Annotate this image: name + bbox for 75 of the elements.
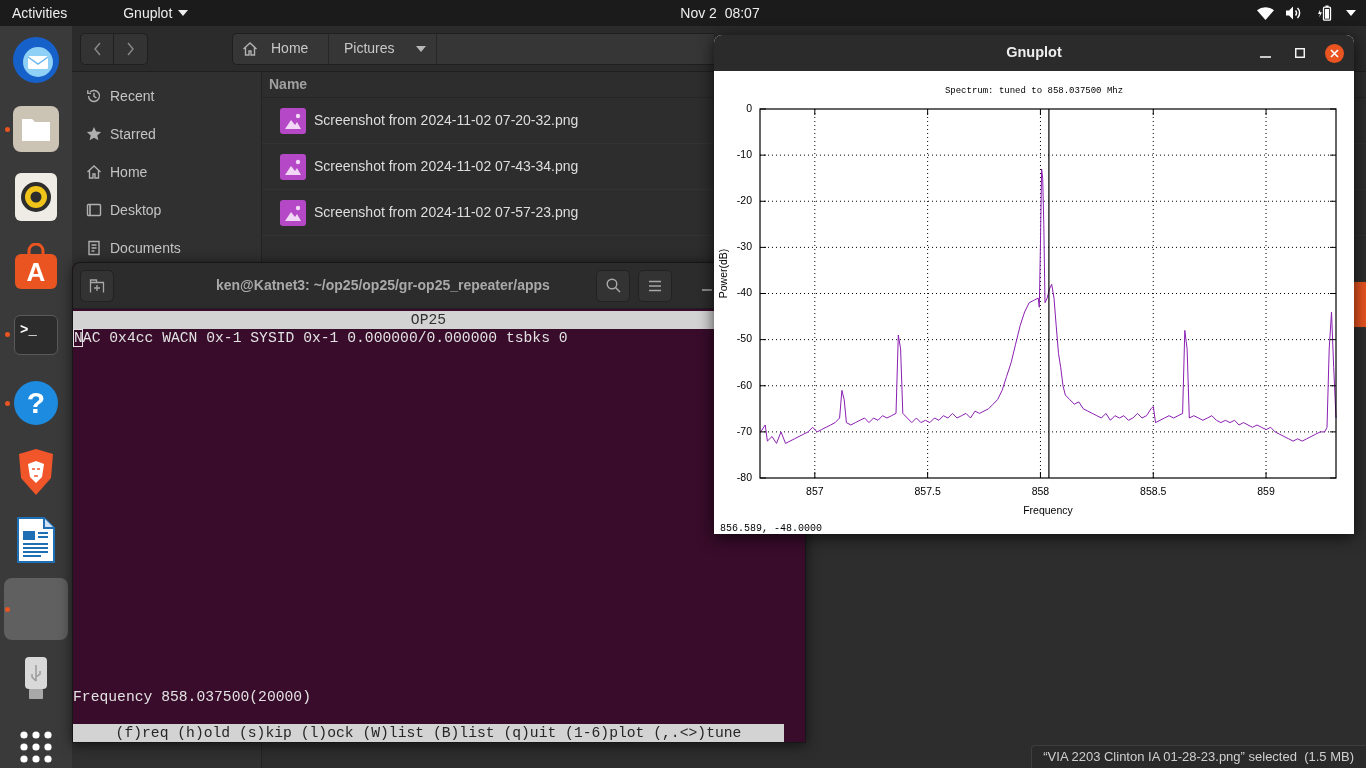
chevron-left-icon [93, 41, 101, 56]
shield-icon [16, 448, 56, 495]
image-file-icon [280, 107, 306, 134]
dock-launcher[interactable]: ? [4, 372, 68, 435]
file-row[interactable]: Screenshot from 2024-11-02 07-43-34.png [262, 144, 587, 189]
speaker-icon [15, 173, 57, 222]
close-icon[interactable] [1325, 43, 1344, 63]
x-tick-label: 858.5 [1140, 484, 1167, 497]
x-tick-label: 857.5 [914, 484, 941, 497]
document-icon [17, 517, 55, 564]
cursor-coordinates: 856.589, -48.0000 [720, 522, 823, 534]
caret-icon [416, 45, 426, 52]
caret-icon [178, 10, 189, 16]
dock-launcher[interactable]: A [4, 235, 68, 298]
x-axis-title: Frequency [1023, 503, 1073, 516]
terminal-line: Frequency 858.037500(20000) [73, 688, 311, 706]
history-icon [86, 88, 102, 104]
dock-launcher[interactable]: >_ [4, 303, 68, 366]
y-tick-label: -40 [736, 286, 752, 299]
mail-app-icon [13, 37, 59, 84]
desktop-icon [86, 202, 102, 218]
y-tick-label: -10 [736, 147, 752, 160]
terminal-icon: >_ [14, 314, 58, 355]
home-icon [242, 40, 258, 57]
folder-icon [13, 105, 59, 152]
key-help-bar: (f)req (h)old (s)kip (l)ock (W)list (B)list (q)uit (1-6)plot (,.<>)tune [73, 724, 784, 742]
image-file-icon [280, 199, 306, 226]
sidebar-item[interactable]: Recent [72, 84, 159, 108]
path-button[interactable]: Pictures [329, 33, 437, 64]
column-header[interactable]: Name [262, 74, 312, 95]
y-tick-label: -80 [736, 470, 752, 483]
file-row[interactable]: Screenshot from 2024-11-02 07-20-32.png [262, 98, 587, 143]
y-tick-label: -70 [736, 424, 752, 437]
search-icon [605, 278, 621, 293]
y-tick-label: -60 [736, 378, 752, 391]
chart-title: Spectrum: tuned to 858.037500 Mhz [944, 86, 1124, 96]
app-grid-icon[interactable] [20, 730, 52, 763]
sidebar-item[interactable]: Starred [72, 122, 160, 146]
x-tick-label: 859 [1257, 484, 1275, 497]
y-tick-label: -30 [736, 240, 752, 253]
sidebar-item[interactable]: Home [72, 160, 152, 184]
search-button[interactable] [596, 269, 630, 302]
x-tick-label: 858 [1031, 484, 1050, 497]
x-tick-label: 857 [806, 484, 824, 497]
app-menu[interactable]: Gnuplot [123, 0, 189, 26]
new-tab-icon [89, 278, 105, 293]
wifi-icon[interactable] [1257, 6, 1274, 20]
sidebar-item[interactable]: Desktop [72, 198, 166, 222]
usb-drive-icon [23, 656, 49, 699]
file-row[interactable]: Screenshot from 2024-11-02 07-57-23.png [262, 190, 587, 235]
home-icon [86, 164, 102, 180]
battery-icon[interactable] [1317, 5, 1332, 21]
image-file-icon [280, 153, 306, 180]
y-axis-title: Power(dB) [716, 248, 729, 299]
y-tick-label: 0 [746, 101, 752, 114]
selection-status: “VIA 2203 Clinton IA 01-28-23.png” selected (1.5 MB) [1031, 745, 1366, 768]
chevron-right-icon [127, 41, 134, 56]
y-tick-label: -50 [736, 332, 752, 345]
menu-button[interactable] [638, 269, 672, 302]
window-title: ken@Katnet3: ~/op25/op25/gr-op25_repeater/apps [216, 276, 550, 295]
caret-icon [1346, 10, 1356, 16]
path-button[interactable]: Home [233, 33, 329, 64]
clock-button[interactable]: Nov 2 08:07 [680, 0, 760, 26]
star-icon [86, 126, 102, 142]
window-title: Gnuplot [1006, 43, 1062, 63]
sidebar-item[interactable]: Documents [72, 236, 185, 260]
minimize-icon[interactable] [702, 287, 712, 292]
new-tab-button[interactable] [80, 269, 114, 302]
help-icon: ? [14, 381, 58, 426]
volume-icon[interactable] [1286, 6, 1302, 20]
y-tick-label: -20 [736, 194, 752, 207]
activities-button[interactable]: Activities [0, 0, 80, 26]
maximize-icon[interactable] [1295, 48, 1305, 58]
menu-icon [648, 279, 662, 292]
document-icon [86, 240, 102, 256]
